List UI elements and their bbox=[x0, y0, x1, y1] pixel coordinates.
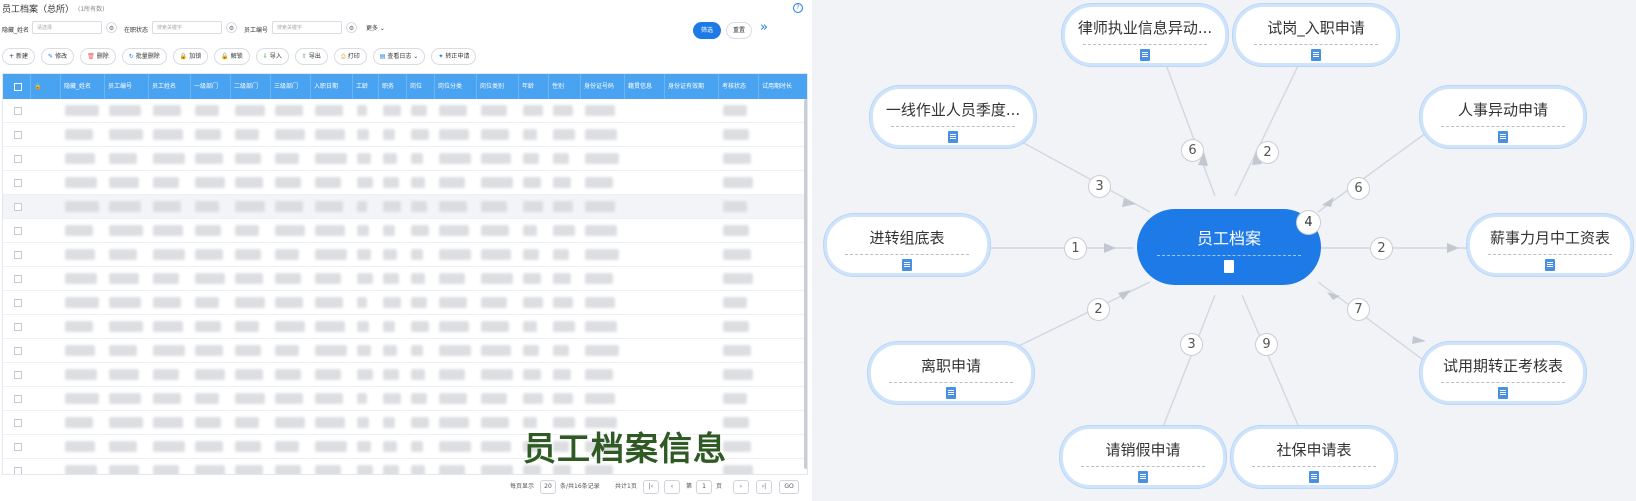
node-social-security[interactable]: 社保申请表 bbox=[1231, 426, 1397, 488]
node-lawyer-practice-change[interactable]: 律师执业信息异动... bbox=[1062, 4, 1228, 66]
document-icon bbox=[1309, 471, 1319, 483]
document-icon bbox=[1498, 131, 1508, 143]
node-personnel-change[interactable]: 人事异动申请 bbox=[1420, 86, 1586, 148]
divider bbox=[1254, 44, 1378, 45]
document-icon bbox=[902, 259, 912, 271]
center-node-employee-file[interactable]: 员工档案 bbox=[1137, 209, 1321, 285]
document-icon bbox=[1224, 260, 1234, 273]
edge-count-badge: 1 bbox=[1064, 237, 1087, 260]
center-count-badge: 4 bbox=[1296, 210, 1321, 235]
edge-count-badge: 3 bbox=[1180, 333, 1203, 356]
edge-count-badge: 2 bbox=[1256, 141, 1279, 164]
arrow-icon bbox=[1447, 243, 1459, 253]
edge-count-badge: 2 bbox=[1370, 237, 1393, 260]
document-icon bbox=[1138, 471, 1148, 483]
node-label: 离职申请 bbox=[920, 357, 981, 375]
edge-count-badge: 6 bbox=[1347, 177, 1370, 200]
edge-count-badge: 3 bbox=[1088, 175, 1111, 198]
node-mid-month-payroll[interactable]: 薪事力月中工资表 bbox=[1467, 214, 1633, 276]
node-label: 进转组底表 bbox=[869, 229, 945, 247]
divider bbox=[1441, 382, 1565, 383]
divider bbox=[1488, 254, 1612, 255]
divider bbox=[1441, 126, 1565, 127]
divider bbox=[1157, 255, 1301, 256]
edge-count-badge: 7 bbox=[1347, 298, 1370, 321]
node-probation-review[interactable]: 试用期转正考核表 bbox=[1420, 342, 1586, 404]
node-label: 试岗_入职申请 bbox=[1267, 19, 1365, 37]
edge-count-badge: 2 bbox=[1087, 298, 1110, 321]
node-label: 请销假申请 bbox=[1105, 441, 1181, 459]
center-node-label: 员工档案 bbox=[1196, 229, 1261, 248]
arrow-icon bbox=[1322, 197, 1334, 207]
node-frontline-quarterly[interactable]: 一线作业人员季度... bbox=[870, 86, 1036, 148]
divider bbox=[889, 382, 1013, 383]
node-label: 社保申请表 bbox=[1276, 441, 1352, 459]
edge-count-badge: 6 bbox=[1181, 139, 1204, 162]
node-label: 试用期转正考核表 bbox=[1442, 357, 1563, 375]
node-resignation[interactable]: 离职申请 bbox=[868, 342, 1034, 404]
document-icon bbox=[946, 387, 956, 399]
node-leave-request[interactable]: 请销假申请 bbox=[1060, 426, 1226, 488]
node-label: 人事异动申请 bbox=[1457, 101, 1548, 119]
divider bbox=[845, 254, 969, 255]
document-icon bbox=[1545, 259, 1555, 271]
edge-count-badge: 9 bbox=[1255, 333, 1278, 356]
divider bbox=[1083, 44, 1207, 45]
arrow-icon bbox=[1412, 336, 1426, 344]
node-label: 一线作业人员季度... bbox=[885, 101, 1021, 119]
document-icon bbox=[1140, 49, 1150, 61]
edge bbox=[1317, 129, 1431, 213]
document-icon bbox=[1498, 387, 1508, 399]
divider bbox=[1081, 466, 1205, 467]
document-icon bbox=[948, 131, 958, 143]
node-label: 薪事力月中工资表 bbox=[1489, 229, 1610, 247]
divider bbox=[1252, 466, 1376, 467]
divider bbox=[891, 126, 1015, 127]
node-trial-onboarding[interactable]: 试岗_入职申请 bbox=[1233, 4, 1399, 66]
arrow-icon bbox=[1118, 290, 1131, 300]
node-transfer-base-table[interactable]: 进转组底表 bbox=[824, 214, 990, 276]
arrow-icon bbox=[1104, 243, 1116, 253]
document-icon bbox=[1311, 49, 1321, 61]
node-label: 律师执业信息异动... bbox=[1077, 19, 1213, 37]
